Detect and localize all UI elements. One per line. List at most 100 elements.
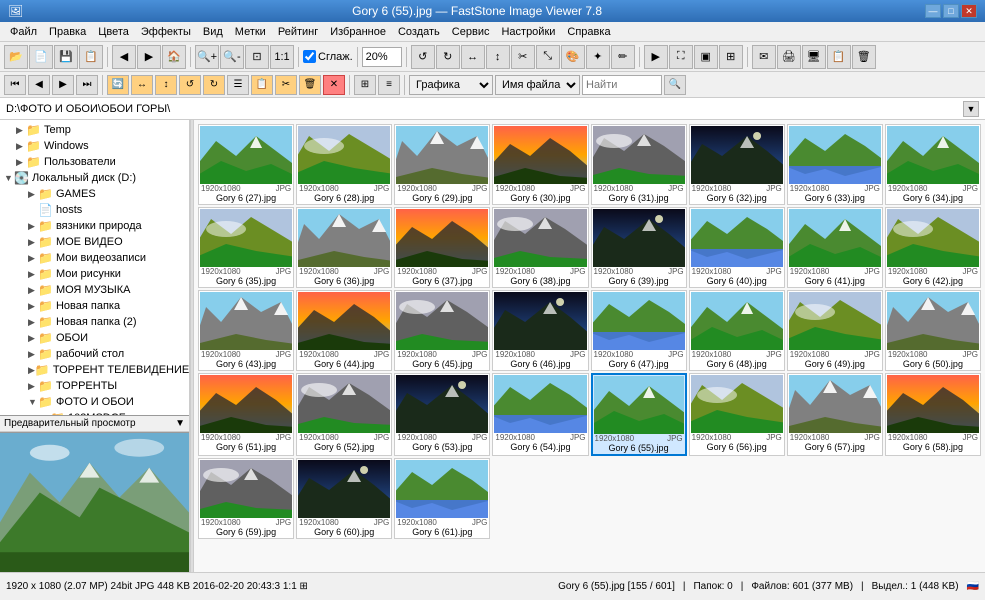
rotate-right-button[interactable]: ↻ [436, 45, 460, 69]
rotate-ccw2-button[interactable]: ↺ [179, 75, 201, 95]
menu-edit[interactable]: Правка [43, 24, 92, 40]
thumb-item[interactable]: 1920x1080JPGGory 6 (48).jpg [689, 290, 785, 371]
tree-item-torrents[interactable]: ▶ 📁 ТОРРЕНТЫ [2, 378, 187, 394]
open-folder-button[interactable]: 📂 [4, 45, 28, 69]
crop-button[interactable]: ✂ [511, 45, 535, 69]
preview-toggle[interactable]: ▼ [175, 418, 185, 429]
thumb-item[interactable]: 1920x1080JPGGory 6 (59).jpg [198, 458, 294, 539]
tree-item-nature[interactable]: ▶ 📁 вязники природа [2, 218, 187, 234]
thumb-item[interactable]: 1920x1080JPGGory 6 (34).jpg [885, 124, 981, 205]
save-button[interactable]: 💾 [54, 45, 78, 69]
sort-select[interactable]: Имя файла Дата Размер [495, 75, 580, 95]
thumb-item[interactable]: 1920x1080JPGGory 6 (46).jpg [492, 290, 588, 371]
tree-item-drawings[interactable]: ▶ 📁 Мои рисунки [2, 266, 187, 282]
delete-button[interactable]: 🗑 [852, 45, 876, 69]
thumb-item[interactable]: 1920x1080JPGGory 6 (53).jpg [394, 373, 490, 456]
thumb-item[interactable]: 1920x1080JPGGory 6 (41).jpg [787, 207, 883, 288]
sharpen-button[interactable]: ✦ [586, 45, 610, 69]
zoom-in-button[interactable]: 🔍+ [195, 45, 219, 69]
zoom-input[interactable] [362, 47, 402, 67]
zoom-out-button[interactable]: 🔍- [220, 45, 244, 69]
cut-button[interactable]: ✂ [275, 75, 297, 95]
menu-file[interactable]: Файл [4, 24, 43, 40]
thumb-item[interactable]: 1920x1080JPGGory 6 (33).jpg [787, 124, 883, 205]
tree-item-hosts[interactable]: 📄 hosts [2, 202, 187, 218]
thumb-item[interactable]: 1920x1080JPGGory 6 (29).jpg [394, 124, 490, 205]
menu-favorites[interactable]: Избранное [324, 24, 392, 40]
thumb-item[interactable]: 1920x1080JPGGory 6 (51).jpg [198, 373, 294, 456]
open-file-button[interactable]: 📄 [29, 45, 53, 69]
thumb-item[interactable]: 1920x1080JPGGory 6 (47).jpg [591, 290, 687, 371]
mode-select[interactable]: Графика Все файлы [409, 75, 493, 95]
smooth-checkbox[interactable] [303, 50, 316, 63]
print-button[interactable]: 🖨 [777, 45, 801, 69]
next-button[interactable]: ▶ [137, 45, 161, 69]
cancel-button[interactable]: ✕ [323, 75, 345, 95]
slideshow-button[interactable]: ▶ [644, 45, 668, 69]
tree-item-newfolder[interactable]: ▶ 📁 Новая папка [2, 298, 187, 314]
close-button[interactable]: ✕ [961, 4, 977, 18]
search-input[interactable] [582, 75, 662, 95]
thumb-item[interactable]: 1920x1080JPGGory 6 (38).jpg [492, 207, 588, 288]
menu-marks[interactable]: Метки [229, 24, 272, 40]
tree-item-windows[interactable]: ▶ 📁 Windows [2, 138, 187, 154]
tree-item-music[interactable]: ▶ 📁 МОЯ МУЗЫКА [2, 282, 187, 298]
thumb-item[interactable]: 1920x1080JPGGory 6 (61).jpg [394, 458, 490, 539]
tree-item-desktop[interactable]: ▶ 📁 рабочий стол [2, 346, 187, 362]
nav-next-button[interactable]: ▶ [52, 75, 74, 95]
thumb-item[interactable]: 1920x1080JPGGory 6 (31).jpg [591, 124, 687, 205]
fullscreen-button[interactable]: ⛶ [669, 45, 693, 69]
thumb-item[interactable]: 1920x1080JPGGory 6 (37).jpg [394, 207, 490, 288]
thumb-item[interactable]: 1920x1080JPGGory 6 (52).jpg [296, 373, 392, 456]
copy2-button[interactable]: 📋 [251, 75, 273, 95]
details-button[interactable]: ≡ [378, 75, 400, 95]
multi-button[interactable]: ⊞ [719, 45, 743, 69]
thumb-item[interactable]: 1920x1080JPGGory 6 (28).jpg [296, 124, 392, 205]
menu-view[interactable]: Вид [197, 24, 229, 40]
nav-prev-button[interactable]: ◀ [28, 75, 50, 95]
tree-item-users[interactable]: ▶ 📁 Пользователи [2, 154, 187, 170]
tree-item-wallpapers[interactable]: ▶ 📁 ОБОИ [2, 330, 187, 346]
thumb-item[interactable]: 1920x1080JPGGory 6 (58).jpg [885, 373, 981, 456]
select-all-button[interactable]: ☰ [227, 75, 249, 95]
flip-v2-button[interactable]: ↕ [155, 75, 177, 95]
prev-button[interactable]: ◀ [112, 45, 136, 69]
thumb-item[interactable]: 1920x1080JPGGory 6 (35).jpg [198, 207, 294, 288]
zoom-fit-button[interactable]: ⊡ [245, 45, 269, 69]
menu-create[interactable]: Создать [392, 24, 446, 40]
zoom-actual-button[interactable]: 1:1 [270, 45, 294, 69]
tree-item-torrent-tv[interactable]: ▶ 📁 ТОРРЕНТ ТЕЛЕВИДЕНИЕ [2, 362, 187, 378]
nav-first-button[interactable]: ⏮ [4, 75, 26, 95]
tree-item-myvideos[interactable]: ▶ 📁 Мои видеозаписи [2, 250, 187, 266]
thumb-item[interactable]: 1920x1080JPGGory 6 (43).jpg [198, 290, 294, 371]
thumb-item[interactable]: 1920x1080JPGGory 6 (44).jpg [296, 290, 392, 371]
wallpaper-button[interactable]: 🖥 [802, 45, 826, 69]
menu-effects[interactable]: Эффекты [135, 24, 197, 40]
thumb-item[interactable]: 1920x1080JPGGory 6 (27).jpg [198, 124, 294, 205]
thumb-item[interactable]: 1920x1080JPGGory 6 (30).jpg [492, 124, 588, 205]
thumb-item[interactable]: 1920x1080JPGGory 6 (32).jpg [689, 124, 785, 205]
thumb-item[interactable]: 1920x1080JPGGory 6 (49).jpg [787, 290, 883, 371]
thumb-item[interactable]: 1920x1080JPGGory 6 (36).jpg [296, 207, 392, 288]
compare-button[interactable]: ▣ [694, 45, 718, 69]
smooth-toggle[interactable]: Сглаж. [303, 50, 353, 63]
flip-h2-button[interactable]: ↔ [131, 75, 153, 95]
tree-item-locald[interactable]: ▼ 💽 Локальный диск (D:) [2, 170, 187, 186]
resize-button[interactable]: ⤡ [536, 45, 560, 69]
search-button[interactable]: 🔍 [664, 75, 686, 95]
thumb-item[interactable]: 1920x1080JPGGory 6 (60).jpg [296, 458, 392, 539]
save-as-button[interactable]: 📋 [79, 45, 103, 69]
thumb-item[interactable]: 1920x1080JPGGory 6 (39).jpg [591, 207, 687, 288]
flip-h-button[interactable]: ↔ [461, 45, 485, 69]
menu-rating[interactable]: Рейтинг [272, 24, 324, 40]
thumb-item[interactable]: 1920x1080JPGGory 6 (40).jpg [689, 207, 785, 288]
thumb-item[interactable]: 1920x1080JPGGory 6 (54).jpg [492, 373, 588, 456]
rotate-left-button[interactable]: ↺ [411, 45, 435, 69]
tree-item-temp[interactable]: ▶ 📁 Temp [2, 122, 187, 138]
delete2-button[interactable]: 🗑 [299, 75, 321, 95]
refresh-button[interactable]: 🔄 [107, 75, 129, 95]
color-button[interactable]: 🎨 [561, 45, 585, 69]
thumb-item[interactable]: 1920x1080JPGGory 6 (45).jpg [394, 290, 490, 371]
minimize-button[interactable]: — [925, 4, 941, 18]
menu-help[interactable]: Справка [561, 24, 616, 40]
